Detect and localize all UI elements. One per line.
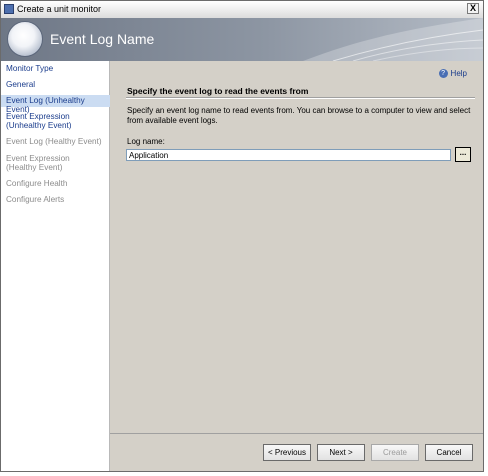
- wizard-content: ? Help Specify the event log to read the …: [110, 61, 483, 433]
- description-text: Specify an event log name to read events…: [127, 106, 471, 125]
- wizard-header: Event Log Name: [1, 18, 483, 61]
- create-button: Create: [371, 444, 419, 461]
- wizard-step-list: Monitor Type General Event Log (Unhealth…: [1, 61, 110, 471]
- section-title: Specify the event log to read the events…: [127, 86, 309, 96]
- sidebar-item-event-log-unhealthy[interactable]: Event Log (Unhealthy Event): [1, 95, 110, 114]
- wizard-footer: < Previous Next > Create Cancel: [110, 433, 483, 471]
- window-title: Create a unit monitor: [17, 4, 102, 14]
- sidebar-item-configure-alerts: Configure Alerts: [6, 195, 65, 204]
- sidebar-item-event-expression-healthy: Event Expression (Healthy Event): [6, 154, 70, 172]
- sidebar-item-event-expression-unhealthy[interactable]: Event Expression (Unhealthy Event): [1, 112, 105, 130]
- help-icon: ?: [438, 69, 448, 79]
- page-title: Event Log Name: [50, 31, 155, 47]
- sidebar-item-configure-health: Configure Health: [6, 179, 68, 188]
- cancel-button[interactable]: Cancel: [425, 444, 473, 461]
- help-label: Help: [450, 69, 467, 78]
- app-icon: [4, 4, 14, 14]
- header-decoration: [303, 18, 483, 61]
- next-button[interactable]: Next >: [317, 444, 365, 461]
- wizard-orb-icon: [7, 21, 43, 57]
- sidebar-item-event-log-healthy: Event Log (Healthy Event): [6, 137, 102, 146]
- sidebar-item-general[interactable]: General: [1, 80, 110, 89]
- close-button[interactable]: X: [467, 3, 479, 14]
- previous-button[interactable]: < Previous: [263, 444, 311, 461]
- sidebar-item-monitor-type[interactable]: Monitor Type: [1, 64, 110, 73]
- create-unit-monitor-window: Create a unit monitor X Event Log Name M…: [0, 0, 484, 472]
- log-name-label: Log name:: [127, 137, 165, 146]
- help-link[interactable]: ? Help: [438, 69, 467, 79]
- log-name-input[interactable]: [126, 149, 451, 161]
- section-divider: [126, 97, 475, 99]
- browse-button[interactable]: ...: [455, 147, 471, 162]
- title-bar: Create a unit monitor X: [1, 1, 483, 19]
